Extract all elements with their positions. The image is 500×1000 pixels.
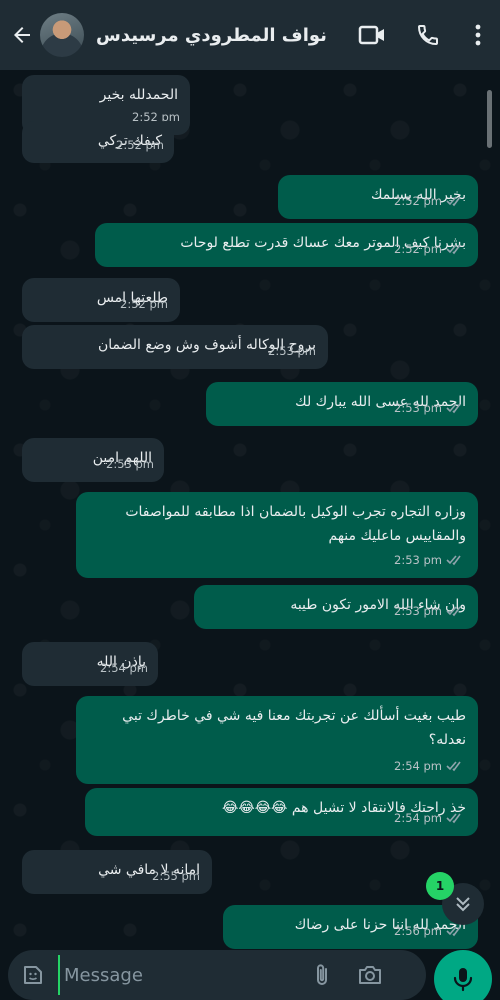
message-time: 2:55 pm xyxy=(152,869,200,883)
read-ticks-icon xyxy=(446,761,461,772)
header-actions xyxy=(344,0,500,70)
video-camera-icon xyxy=(358,25,384,45)
message-meta: 2:54 pm xyxy=(100,656,148,680)
read-ticks-icon xyxy=(446,555,461,566)
message-meta: 2:53 pm xyxy=(394,396,466,420)
message-meta: 2:52 pm xyxy=(394,189,466,213)
phone-icon xyxy=(417,25,438,46)
message-meta: 2:52 pm xyxy=(116,133,164,157)
message-incoming[interactable]: بروح الوكاله أشوف وش وضع الضمان 2:53 pm xyxy=(22,325,328,369)
message-time: 2:53 pm xyxy=(268,344,316,358)
read-ticks-icon xyxy=(446,403,461,414)
message-time: 2:52 pm xyxy=(116,138,164,152)
composer xyxy=(8,950,426,1000)
message-outgoing[interactable]: الحمد لله عسى الله يبارك لك 2:53 pm xyxy=(206,382,478,426)
message-time: 2:56 pm xyxy=(394,924,442,938)
message-text: وزاره التجاره تجرب الوكيل بالضمان اذا مط… xyxy=(125,504,466,544)
more-options-button[interactable] xyxy=(456,0,500,70)
message-time: 2:54 pm xyxy=(100,661,148,675)
message-time: 2:53 pm xyxy=(106,457,154,471)
message-text: طيب بغيت أسألك عن تجربتك معنا فيه شي في … xyxy=(122,708,466,748)
message-meta: 2:55 pm xyxy=(152,864,200,888)
camera-button[interactable] xyxy=(346,950,394,1000)
message-meta: 2:52 pm xyxy=(394,237,466,261)
message-text: الحمدلله بخير xyxy=(99,87,178,103)
paperclip-icon xyxy=(317,964,327,985)
read-ticks-icon xyxy=(446,813,461,824)
read-ticks-icon xyxy=(446,606,461,617)
message-incoming[interactable]: امانه لا مافي شي 2:55 pm xyxy=(22,850,212,894)
video-call-button[interactable] xyxy=(344,0,400,70)
message-time: 2:52 pm xyxy=(394,242,442,256)
read-ticks-icon xyxy=(446,196,461,207)
message-incoming[interactable]: اللهم امين 2:53 pm xyxy=(22,438,164,482)
message-time: 2:54 pm xyxy=(394,759,442,773)
back-button[interactable] xyxy=(4,0,40,70)
message-time: 2:52 pm xyxy=(120,297,168,311)
message-meta: 2:52 pm xyxy=(120,292,168,316)
camera-icon xyxy=(359,966,381,984)
emoji-button[interactable] xyxy=(8,950,58,1000)
back-arrow-icon xyxy=(14,27,30,43)
read-ticks-icon xyxy=(446,926,461,937)
attach-button[interactable] xyxy=(298,950,346,1000)
message-time: 2:53 pm xyxy=(394,401,442,415)
message-time: 2:52 pm xyxy=(394,194,442,208)
avatar[interactable] xyxy=(40,13,84,57)
chat-header: نواف المطرودي مرسيدس xyxy=(0,0,500,70)
voice-call-button[interactable] xyxy=(400,0,456,70)
message-meta: 2:54 pm xyxy=(394,754,466,778)
message-incoming[interactable]: بإذن الله 2:54 pm xyxy=(22,642,158,686)
chat-area[interactable]: الحمدلله بخير 2:52 pm كيفك تركي 2:52 pm … xyxy=(0,70,500,950)
message-outgoing[interactable]: طيب بغيت أسألك عن تجربتك معنا فيه شي في … xyxy=(76,696,478,784)
voice-message-button[interactable] xyxy=(434,950,492,1000)
message-outgoing[interactable]: وزاره التجاره تجرب الوكيل بالضمان اذا مط… xyxy=(76,492,478,578)
message-outgoing[interactable]: وان شاء الله الامور تكون طيبه 2:53 pm xyxy=(194,585,478,629)
message-meta: 2:53 pm xyxy=(106,452,154,476)
sticker-emoji-icon xyxy=(24,966,42,984)
double-chevron-down-icon xyxy=(456,897,470,912)
scrollbar[interactable] xyxy=(487,90,492,148)
message-time: 2:53 pm xyxy=(394,604,442,618)
message-outgoing[interactable]: الحمد لله اننا حزنا على رضاك 2:56 pm xyxy=(223,905,478,949)
input-bar xyxy=(0,950,500,1000)
contact-name[interactable]: نواف المطرودي مرسيدس xyxy=(96,25,327,46)
message-outgoing[interactable]: بخير الله يسلمك 2:52 pm xyxy=(278,175,478,219)
message-meta: 2:53 pm xyxy=(394,548,466,572)
message-time: 2:54 pm xyxy=(394,811,442,825)
message-incoming[interactable]: طلعتها امس 2:52 pm xyxy=(22,278,180,322)
microphone-icon xyxy=(453,968,473,992)
message-meta: 2:54 pm xyxy=(394,806,466,830)
message-time: 2:53 pm xyxy=(394,553,442,567)
message-input[interactable] xyxy=(58,955,298,995)
message-outgoing[interactable]: خذ راحتك فالانتقاد لا تشيل هم 😂😂😂😂 2:54 … xyxy=(85,788,478,836)
unread-count-badge: 1 xyxy=(426,872,454,900)
message-meta: 2:53 pm xyxy=(268,339,316,363)
kebab-menu-icon xyxy=(475,24,481,46)
read-ticks-icon xyxy=(446,244,461,255)
message-incoming[interactable]: كيفك تركي 2:52 pm xyxy=(22,121,174,163)
message-meta: 2:53 pm xyxy=(394,599,466,623)
message-outgoing[interactable]: بشرنا كيف الموتر معك عساك قدرت تطلع لوحا… xyxy=(95,223,478,267)
